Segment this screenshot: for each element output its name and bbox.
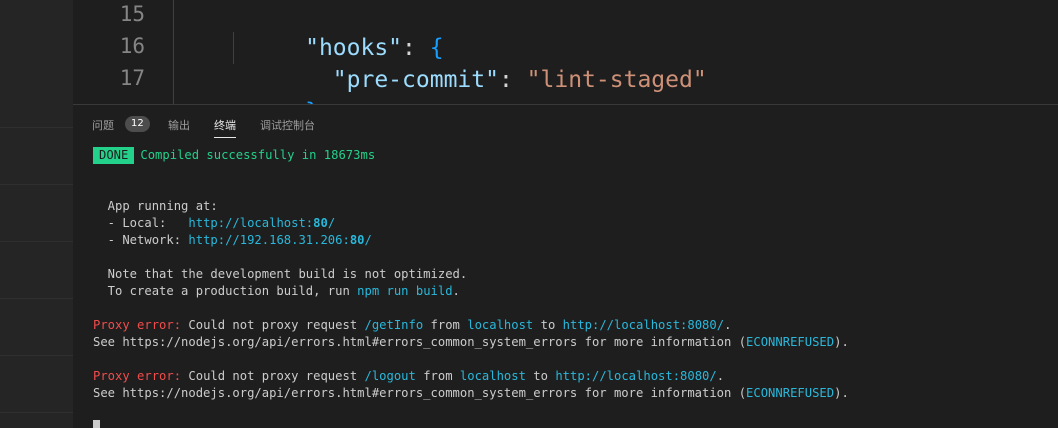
note-suffix: . — [452, 284, 460, 298]
network-url-prefix: http://192.168.31.206: — [188, 233, 350, 247]
line-number: 16 — [119, 34, 145, 58]
proxy-error-label: Proxy error: — [93, 318, 182, 332]
vscode-window: 15 16 17 "hooks": { "pre-commit": "lint-… — [0, 0, 1058, 428]
request-path: /getInfo — [364, 318, 424, 332]
tab-label: 调试控制台 — [260, 119, 315, 132]
local-url-suffix: / — [327, 216, 336, 230]
bottom-panel: 问题 12 输出 终端 调试控制台 DONE Compiled successfu… — [73, 104, 1058, 428]
compiled-message: Compiled successfully in 18673ms — [140, 148, 376, 162]
local-url[interactable]: http://localhost:80/ — [188, 216, 335, 230]
code-editor[interactable]: 15 16 17 "hooks": { "pre-commit": "lint-… — [73, 0, 1058, 104]
line-number: 15 — [119, 2, 145, 26]
tab-debug-console[interactable]: 调试控制台 — [260, 117, 315, 133]
activity-separator — [0, 298, 73, 299]
local-url-prefix: http://localhost: — [188, 216, 314, 230]
proxy-error-label: Proxy error: — [93, 369, 182, 383]
line-number: 17 — [119, 66, 145, 90]
active-tab-indicator — [214, 137, 236, 138]
error-text: from — [423, 318, 468, 332]
activity-separator — [0, 127, 73, 128]
see-docs-text: See https://nodejs.org/api/errors.html#e… — [93, 386, 747, 400]
terminal-line: To create a production build, run npm ru… — [93, 283, 460, 300]
terminal-output[interactable]: DONE Compiled successfully in 18673ms App… — [93, 147, 1053, 428]
tab-label: 问题 — [92, 119, 114, 132]
network-label: - Network: — [93, 233, 189, 247]
activity-separator — [0, 412, 73, 413]
error-text: Could not proxy request — [181, 369, 365, 383]
error-text: to — [525, 369, 556, 383]
terminal-line: DONE Compiled successfully in 18673ms — [93, 147, 375, 164]
see-docs-text: See https://nodejs.org/api/errors.html#e… — [93, 335, 747, 349]
line-number-gutter: 15 16 17 — [73, 0, 153, 104]
see-docs-suffix: ). — [834, 335, 849, 349]
terminal-line: - Network: http://192.168.31.206:80/ — [93, 232, 372, 249]
request-host: localhost — [467, 318, 534, 332]
tab-label: 终端 — [214, 119, 236, 132]
tab-output[interactable]: 输出 — [168, 117, 190, 133]
local-url-port: 80 — [313, 216, 328, 230]
error-text: Could not proxy request — [181, 318, 365, 332]
activity-separator — [0, 241, 73, 242]
local-label: - Local: — [93, 216, 189, 230]
indent-guide — [173, 0, 174, 104]
proxy-target-url[interactable]: http://localhost:8080/ — [555, 369, 716, 383]
request-path: /logout — [364, 369, 416, 383]
network-url-port: 80 — [349, 233, 365, 247]
error-text: . — [724, 318, 732, 332]
terminal-line: Note that the development build is not o… — [93, 267, 468, 281]
network-url-suffix: / — [364, 233, 372, 247]
activity-strip — [0, 0, 73, 428]
terminal-line: - Local: http://localhost:80/ — [93, 215, 336, 232]
tab-label: 输出 — [168, 119, 190, 132]
code-line-17[interactable]: } — [222, 64, 319, 104]
problems-count-badge: 12 — [125, 116, 150, 132]
note-prefix: To create a production build, run — [93, 284, 358, 298]
error-text: from — [415, 369, 460, 383]
tab-terminal[interactable]: 终端 — [214, 117, 236, 138]
error-text: to — [533, 318, 563, 332]
code-token: : — [498, 67, 527, 93]
tab-problems[interactable]: 问题 — [92, 117, 114, 133]
error-text: . — [716, 369, 725, 383]
code-token: "pre-commit" — [332, 67, 499, 93]
error-code: ECONNREFUSED — [746, 335, 835, 349]
terminal-line: Proxy error: Could not proxy request /lo… — [93, 368, 724, 385]
panel-tabs: 问题 12 输出 终端 调试控制台 — [73, 105, 1058, 141]
terminal-cursor — [93, 420, 100, 428]
see-docs-suffix: ). — [834, 386, 849, 400]
code-token: "lint-staged" — [526, 67, 707, 93]
activity-separator — [0, 184, 73, 185]
terminal-line: Proxy error: Could not proxy request /ge… — [93, 317, 731, 334]
activity-separator — [0, 355, 73, 356]
proxy-target-url[interactable]: http://localhost:8080/ — [563, 318, 724, 332]
terminal-line: App running at: — [93, 199, 218, 213]
request-host: localhost — [459, 369, 526, 383]
network-url[interactable]: http://192.168.31.206:80/ — [188, 233, 371, 247]
build-command: npm run build — [357, 284, 453, 298]
done-badge: DONE — [93, 147, 135, 164]
terminal-line: See https://nodejs.org/api/errors.html#e… — [93, 385, 849, 402]
error-code: ECONNREFUSED — [746, 386, 835, 400]
terminal-line: See https://nodejs.org/api/errors.html#e… — [93, 334, 849, 351]
